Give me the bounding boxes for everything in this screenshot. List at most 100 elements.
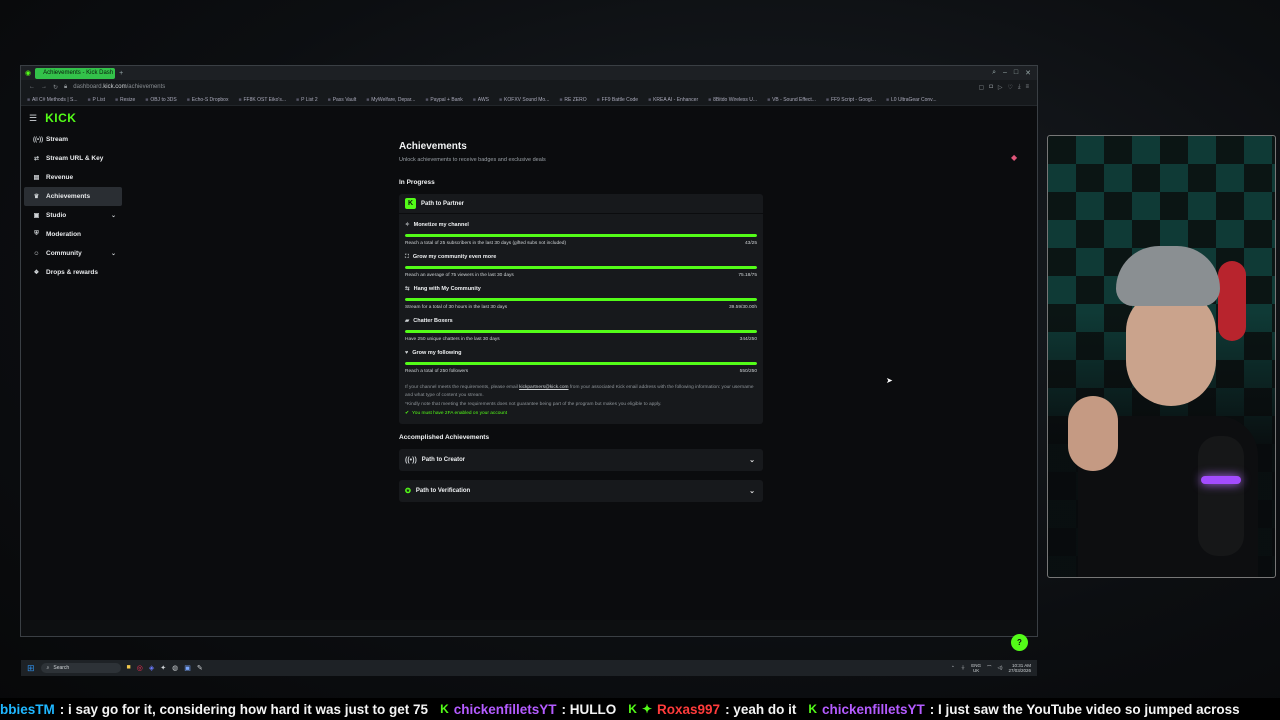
tool-icon[interactable]: ✎ — [197, 664, 203, 672]
twofa-requirement: ✔ You must have 2FA enabled on your acco… — [405, 411, 757, 416]
partner-email-link[interactable]: kickpartners@kick.com — [519, 385, 568, 390]
search-icon: ⌕ — [46, 665, 50, 671]
kick-chat-icon: K — [808, 702, 817, 716]
network-icon[interactable]: ⌒ — [987, 665, 992, 671]
app-icon[interactable]: ▣ — [184, 664, 191, 672]
chevron-down-icon[interactable]: ⌄ — [111, 212, 116, 219]
bookmark-item[interactable]: Echo-S Dropbox — [187, 97, 229, 103]
star-badge-icon: ✦ — [641, 702, 653, 716]
new-tab-icon[interactable]: + — [119, 70, 123, 77]
bookmark-item[interactable]: All C# Methods | S... — [27, 97, 77, 103]
play-icon[interactable]: ▷ — [998, 84, 1003, 91]
sidebar-item-drops-rewards[interactable]: ❖ Drops & rewards — [24, 263, 122, 282]
browser-menu-icon[interactable]: ◉ — [25, 69, 31, 77]
broadcast-icon: ((•)) — [33, 136, 44, 143]
bookmark-item[interactable]: OBJ to 3DS — [145, 97, 176, 103]
bookmark-item[interactable]: Resize — [115, 97, 135, 103]
chevron-down-icon[interactable]: ⌄ — [111, 250, 116, 257]
tray-expand-icon[interactable]: ⌃ — [951, 665, 955, 671]
handshake-icon: ⇆ — [405, 286, 410, 292]
sidebar-item-revenue[interactable]: ▤ Revenue — [24, 168, 122, 187]
taskbar-search-label: Search — [53, 665, 70, 671]
user-avatar-icon[interactable]: ◆ — [1011, 153, 1017, 162]
obs-icon[interactable]: ◍ — [172, 664, 178, 672]
goal-title: ✧ Monetize my channel — [405, 220, 757, 230]
hamburger-icon[interactable]: ☰ — [29, 113, 37, 124]
goal-item: ⛶ Grow my community even more Reach an ave… — [405, 252, 757, 278]
back-icon[interactable]: ← — [29, 84, 35, 90]
goal-meta: Reach a total of 25 subscribers in the l… — [405, 241, 757, 246]
forward-icon[interactable]: → — [41, 84, 47, 90]
kick-logo[interactable]: KICK — [45, 111, 76, 125]
language-indicator[interactable]: ENG UK — [971, 663, 981, 673]
tab-achievements[interactable]: Achievements - Kick Dash — [35, 67, 116, 79]
bookmark-item[interactable]: L0 UltraGear Conv... — [886, 97, 936, 103]
goal-meta: Reach a total of 250 followers 550/250 — [405, 369, 757, 374]
taskbar-search[interactable]: ⌕ Search — [40, 663, 121, 673]
maximize-icon[interactable]: □ — [1014, 69, 1018, 77]
path-to-partner-header: K Path to Partner — [399, 194, 763, 214]
minimize-icon[interactable]: – — [1003, 69, 1007, 77]
mic-icon[interactable]: ⏚ — [961, 665, 966, 671]
browser-tools: ▢ ◘ ▷ ♡ ⤓ ≡ — [979, 84, 1029, 91]
bookmark-item[interactable]: Pass Vault — [328, 97, 357, 103]
url-field[interactable]: dashboard.kick.com/achievements — [73, 84, 165, 90]
download-icon[interactable]: ⤓ — [1018, 84, 1021, 91]
broadcast-icon: ((•)) — [405, 456, 417, 464]
bookmark-item[interactable]: P List 2 — [296, 97, 318, 103]
accordion-path-to-creator[interactable]: ((•)) Path to Creator ⌄ — [399, 449, 763, 471]
bookmark-item[interactable]: FF9 Script - Googl... — [826, 97, 876, 103]
chevron-down-icon[interactable]: ⌄ — [749, 487, 755, 495]
goal-title-text: Monetize my channel — [413, 222, 469, 228]
bookmark-item[interactable]: KREA AI - Enhancer — [648, 97, 698, 103]
chat-username: Roxas997 — [657, 701, 721, 717]
bookmark-item[interactable]: FF9 Battle Code — [597, 97, 638, 103]
close-icon[interactable]: ✕ — [1025, 69, 1031, 77]
community-icon: ⛶ — [405, 253, 409, 260]
bookmark-item[interactable]: KOFXV Sound Mo... — [499, 97, 549, 103]
bookmark-item[interactable]: MyWelfare, Depar... — [366, 97, 415, 103]
goal-item: ▰ Chatter Boxers Have 250 unique chatters … — [405, 316, 757, 342]
sidebar-item-stream[interactable]: ((•)) Stream — [24, 130, 122, 149]
chat-text: : i say go for it, considering how hard … — [59, 701, 429, 717]
accordion-path-to-verification[interactable]: ✪ Path to Verification ⌄ — [399, 480, 763, 502]
system-tray: ⌃ ⏚ ENG UK ⌒ ◁) 10:31 AM 27/03/2026 — [951, 663, 1037, 673]
bookmark-item[interactable]: RE ZERO — [559, 97, 586, 103]
bookmark-item[interactable]: P List — [88, 97, 105, 103]
sidebar-item-achievements[interactable]: ♛ Achievements — [24, 187, 122, 206]
chevron-down-icon[interactable]: ⌄ — [749, 456, 755, 464]
heart-icon[interactable]: ♡ — [1007, 84, 1012, 91]
sidebar-item-stream-url-key[interactable]: ⇄ Stream URL & Key — [24, 149, 122, 168]
bookmark-item[interactable]: 8Bitdo Wireless U... — [708, 97, 757, 103]
reload-icon[interactable]: ↻ — [53, 84, 58, 91]
camera-icon[interactable]: ◘ — [989, 84, 993, 91]
sidebar-item-community[interactable]: ☺ Community ⌄ — [24, 244, 122, 263]
bookmark-item[interactable]: AWS — [473, 97, 489, 103]
sidebar-item-moderation[interactable]: ⛨ Moderation — [24, 225, 122, 244]
in-progress-heading: In Progress — [399, 179, 435, 186]
steam-icon[interactable]: ✦ — [160, 664, 166, 672]
search-tabs-icon[interactable]: ⌕ — [992, 69, 996, 77]
opera-icon[interactable]: ◎ — [137, 664, 143, 672]
windows-start-icon[interactable]: ⊞ — [27, 663, 35, 674]
bookmark-item[interactable]: FF8K OST Eiko's... — [238, 97, 286, 103]
menu-dots-icon[interactable]: ≡ — [1025, 84, 1029, 91]
chat-text: : HULLO — [561, 701, 617, 717]
bookmark-item[interactable]: VB - Sound Effect... — [767, 97, 816, 103]
sidebar-item-studio[interactable]: ▣ Studio ⌄ — [24, 206, 122, 225]
help-chat-icon[interactable]: ? — [1011, 634, 1028, 651]
accordion-label: Path to Creator — [421, 457, 466, 463]
extension-icon[interactable]: ▢ — [979, 84, 985, 91]
goal-description: Reach a total of 250 followers — [405, 369, 469, 374]
heart-icon: ♥ — [405, 350, 409, 356]
goal-item: ⇆ Hang with My Community Stream for a tota… — [405, 284, 757, 310]
bookmark-item[interactable]: Paypal + Bank — [425, 97, 462, 103]
clock[interactable]: 10:31 AM 27/03/2026 — [1008, 663, 1031, 673]
window-controls: ⌕ – □ ✕ — [992, 69, 1037, 77]
goal-progress-value: 75.18/75 — [738, 273, 757, 278]
volume-icon[interactable]: ◁) — [998, 665, 1003, 671]
file-explorer-icon[interactable]: ■ — [127, 664, 131, 672]
discord-icon[interactable]: ◈ — [149, 664, 154, 672]
twofa-text: You must have 2FA enabled on your accoun… — [412, 411, 508, 416]
sidebar-item-label: Stream — [46, 136, 69, 143]
